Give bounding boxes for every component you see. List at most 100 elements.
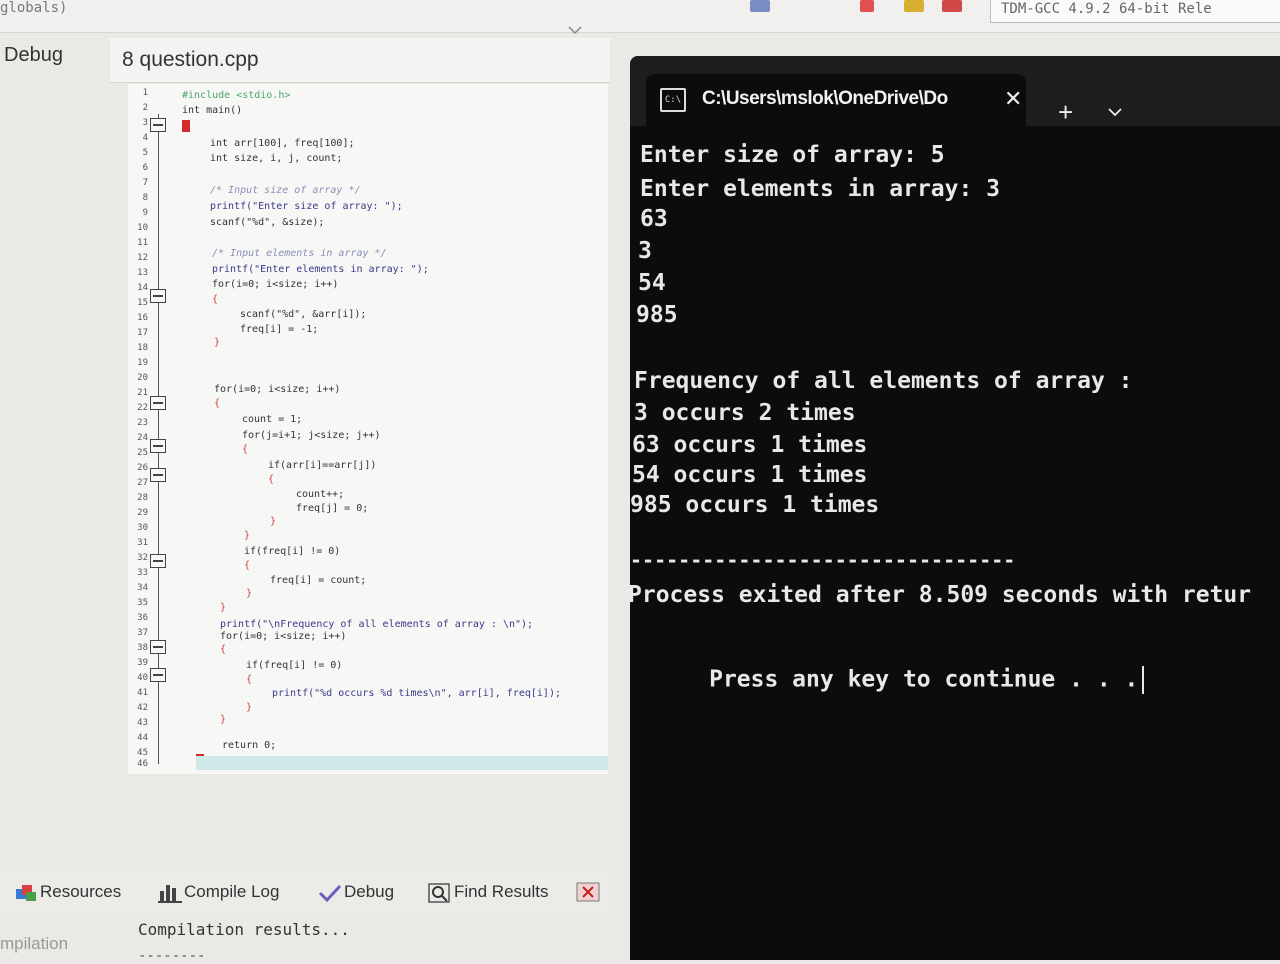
code-line: } — [220, 602, 227, 613]
terminal-divider: -------------------------------- — [630, 548, 1016, 572]
chart-icon[interactable] — [904, 0, 924, 12]
line-number: 10 — [137, 223, 148, 233]
ide-toolbar: globals) TDM-GCC 4.9.2 64-bit Rele — [0, 0, 1280, 33]
code-line: count = 1; — [242, 414, 303, 425]
tab-find-results[interactable]: Find Results — [428, 882, 549, 903]
code-line: } — [270, 516, 277, 527]
side-tab-debug[interactable]: Debug — [4, 44, 63, 67]
tab-find-results-label: Find Results — [454, 882, 549, 901]
toolbar-icon-1[interactable] — [750, 0, 770, 12]
code-line: for(i=0; i<size; i++) — [220, 631, 347, 642]
terminal-tab-title: C:\Users\mslok\OneDrive\Do — [702, 88, 948, 109]
line-number: 7 — [142, 178, 148, 188]
line-number: 27 — [137, 478, 148, 488]
code-line: printf("\nFrequency of all elements of a… — [220, 619, 534, 630]
close-icon — [576, 882, 600, 902]
line-number: 44 — [137, 733, 148, 743]
terminal-line: 63 occurs 1 times — [632, 432, 868, 458]
line-number: 2 — [142, 103, 148, 113]
terminal-line: Frequency of all elements of array : — [634, 368, 1133, 394]
terminal-line: 54 occurs 1 times — [632, 462, 868, 488]
checkmark-icon — [318, 883, 342, 903]
code-line: freq[i] = count; — [270, 575, 367, 586]
code-line: count++; — [296, 489, 345, 500]
tab-debug[interactable]: Debug — [318, 882, 395, 903]
line-number: 25 — [137, 448, 148, 458]
line-number: 42 — [137, 703, 148, 713]
fold-toggle-icon[interactable] — [150, 439, 166, 453]
line-number: 22 — [137, 403, 148, 413]
tab-resources-label: Resources — [40, 882, 122, 901]
tab-compile-log-label: Compile Log — [184, 882, 280, 901]
terminal-line: 985 — [636, 302, 678, 328]
code-editor[interactable]: 1 2 3 4 5 6 7 8 9 10 11 12 13 14 15 16 1… — [128, 84, 608, 774]
line-number: 21 — [137, 388, 148, 398]
bottom-panel-tabs: Resources Compile Log Debug Find Results — [0, 872, 608, 912]
code-line: { — [212, 294, 219, 305]
code-line: int main() — [182, 105, 243, 116]
line-number: 46 — [137, 759, 148, 769]
code-line: if(arr[i]==arr[j]) — [268, 460, 377, 471]
fold-toggle-icon[interactable] — [150, 554, 166, 568]
terminal-line: Enter elements in array: 3 — [640, 176, 1001, 202]
fold-toggle-icon[interactable] — [150, 468, 166, 482]
debug-icon[interactable] — [942, 0, 962, 12]
code-line: for(j=i+1; j<size; j++) — [242, 430, 381, 441]
line-number: 17 — [137, 328, 148, 338]
code-line: #include <stdio.h> — [182, 90, 291, 101]
compiler-select[interactable]: TDM-GCC 4.9.2 64-bit Rele — [990, 0, 1280, 23]
line-number: 14 — [137, 283, 148, 293]
fold-toggle-icon[interactable] — [150, 396, 166, 410]
line-number: 12 — [137, 253, 148, 263]
tab-resources[interactable]: Resources — [14, 882, 121, 902]
code-line: for(i=0; i<size; i++) — [214, 384, 341, 395]
chevron-down-icon[interactable] — [1108, 104, 1122, 122]
line-number: 9 — [142, 208, 148, 218]
code-line: scanf("%d", &size); — [210, 217, 325, 228]
current-line-highlight — [196, 756, 608, 770]
line-number: 6 — [142, 163, 148, 173]
code-line: int arr[100], freq[100]; — [210, 138, 355, 149]
line-number: 11 — [137, 238, 148, 248]
code-line: } — [246, 702, 253, 713]
fold-toggle-icon[interactable] — [150, 668, 166, 682]
terminal-prompt: Press any key to continue . . . — [626, 640, 1145, 720]
file-tab[interactable]: 8 question.cpp — [110, 38, 610, 83]
tab-debug-label: Debug — [344, 882, 395, 901]
line-number: 29 — [137, 508, 148, 518]
line-number: 43 — [137, 718, 148, 728]
line-number: 38 — [137, 643, 148, 653]
tab-compile-log[interactable]: Compile Log — [158, 882, 280, 903]
toolbar-icon-2[interactable] — [860, 0, 874, 12]
line-number: 37 — [137, 628, 148, 638]
terminal-window[interactable]: C:\ C:\Users\mslok\OneDrive\Do ✕ + Enter… — [628, 56, 1280, 960]
close-icon[interactable]: ✕ — [1004, 86, 1022, 112]
bar-chart-icon — [158, 883, 182, 903]
line-number: 28 — [137, 493, 148, 503]
code-line: freq[i] = -1; — [240, 324, 319, 335]
close-panel-button[interactable] — [576, 882, 600, 902]
fold-toggle-icon[interactable] — [150, 289, 166, 303]
line-number: 24 — [137, 433, 148, 443]
code-line: printf("Enter size of array: "); — [210, 201, 403, 212]
terminal-tab[interactable]: C:\ C:\Users\mslok\OneDrive\Do ✕ — [646, 74, 1026, 126]
line-number: 13 — [137, 268, 148, 278]
code-line: if(freq[i] != 0) — [246, 660, 343, 671]
line-number: 35 — [137, 598, 148, 608]
line-number: 41 — [137, 688, 148, 698]
search-icon — [428, 883, 450, 903]
line-number: 20 — [137, 373, 148, 383]
code-line: { — [244, 560, 251, 571]
code-line: { — [242, 444, 249, 455]
fold-toggle-icon[interactable] — [150, 640, 166, 654]
line-number: 5 — [142, 148, 148, 158]
fold-toggle-icon[interactable] — [150, 118, 166, 132]
scope-selector[interactable]: globals) — [0, 0, 67, 16]
new-tab-button[interactable]: + — [1058, 99, 1073, 125]
code-line: freq[j] = 0; — [296, 503, 369, 514]
code-line: } — [214, 337, 221, 348]
line-number: 32 — [137, 553, 148, 563]
code-line: return 0; — [222, 740, 277, 751]
terminal-line: Process exited after 8.509 seconds with … — [628, 582, 1252, 608]
breakpoint-marker[interactable] — [182, 120, 190, 132]
